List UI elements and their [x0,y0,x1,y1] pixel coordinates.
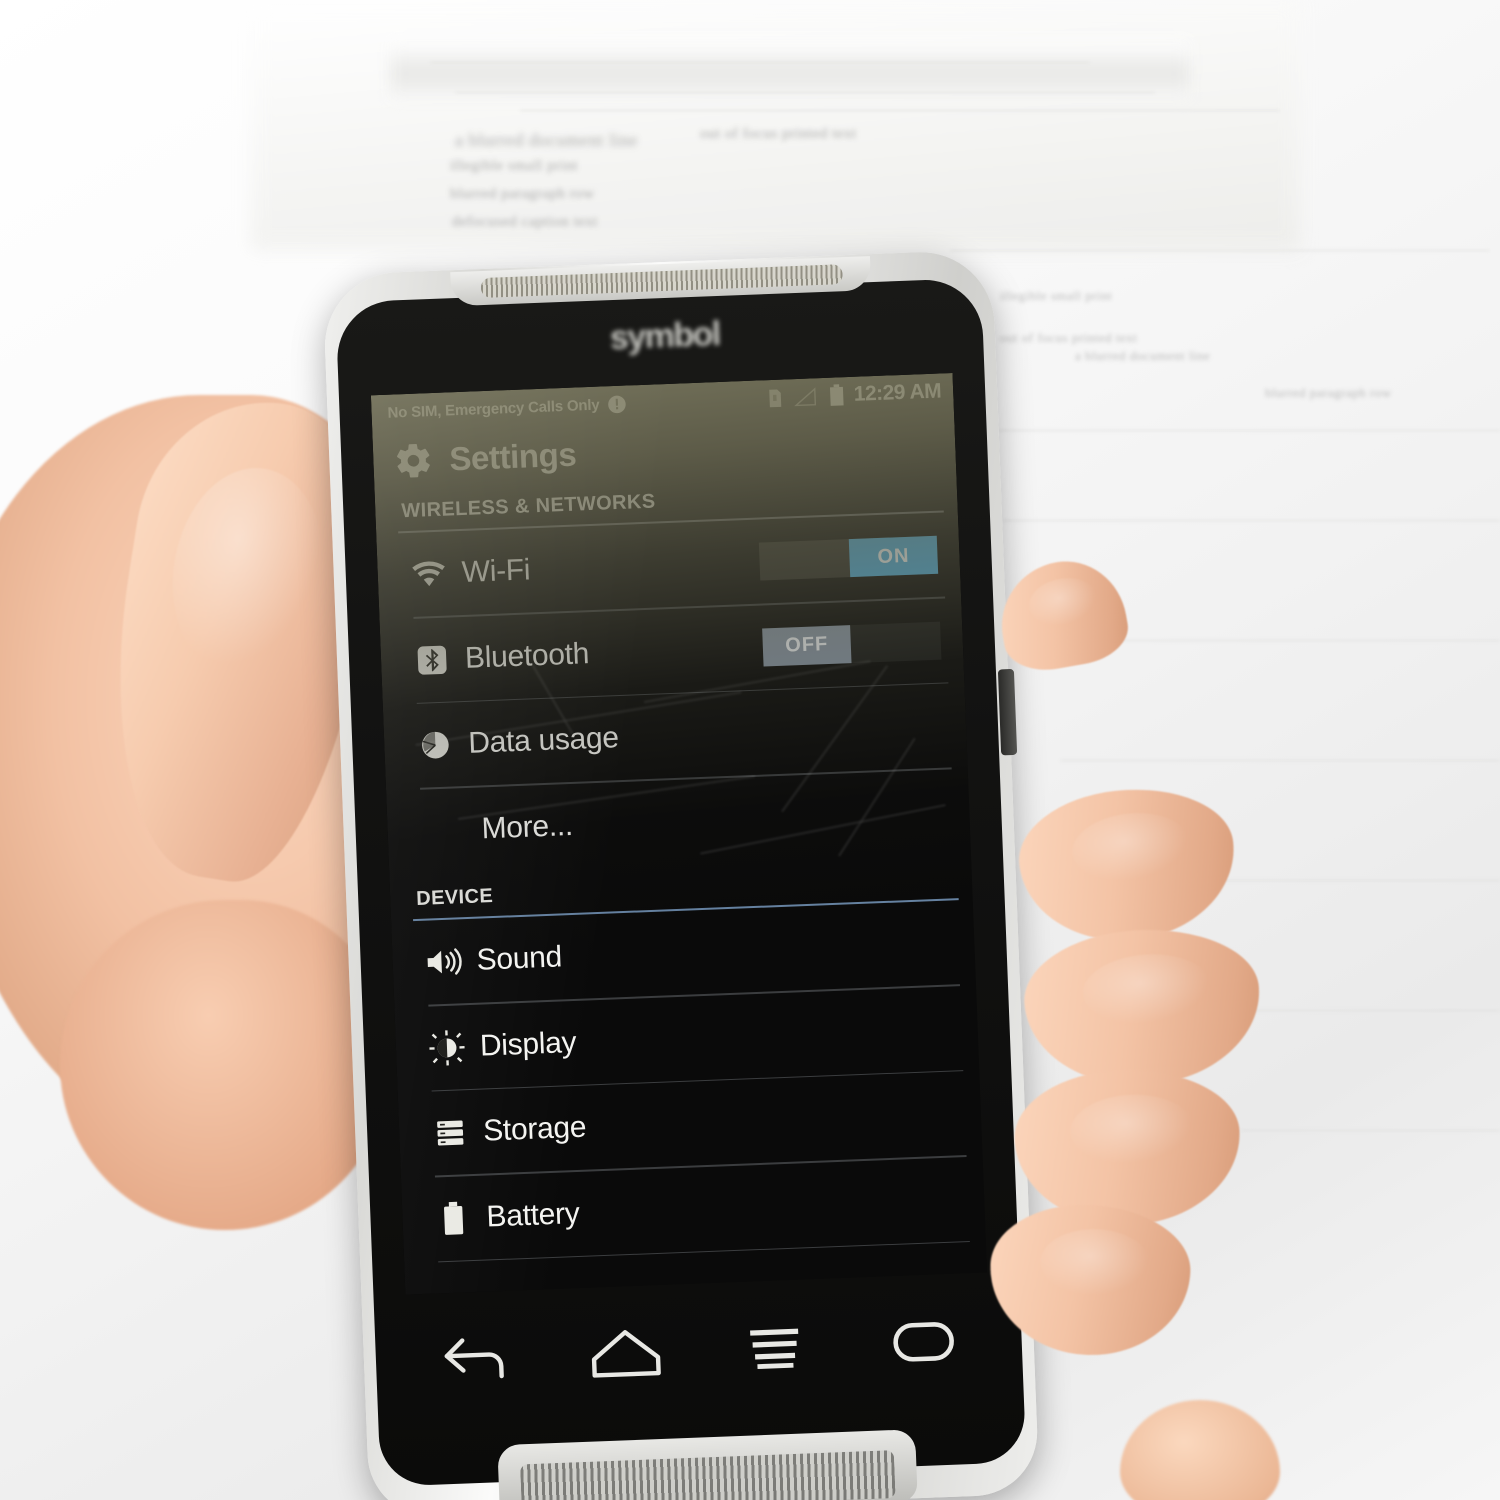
screenshot-root: a blurred document line out of focus pri… [0,0,1500,1500]
fingertip [1120,1400,1280,1500]
finger [991,551,1134,678]
finger [987,1201,1193,1359]
finger [1012,779,1243,951]
finger [1019,921,1266,1094]
finger [1012,1066,1243,1229]
hand-fingers-front [0,0,1500,1500]
